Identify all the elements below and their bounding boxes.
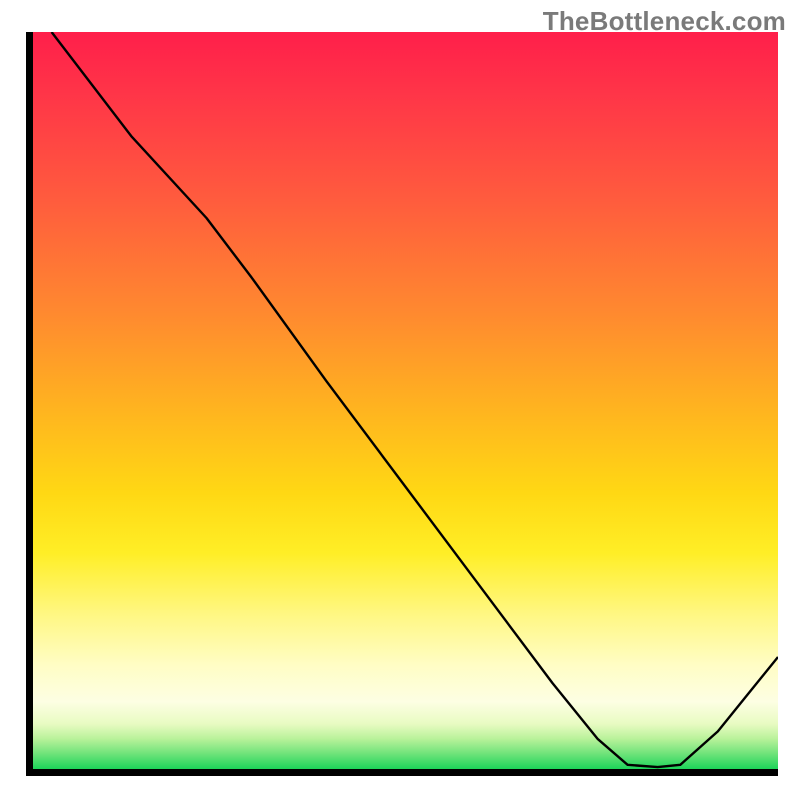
x-axis [26, 769, 778, 776]
chart-plot-area [26, 32, 778, 776]
watermark-text: TheBottleneck.com [543, 6, 786, 37]
y-axis [26, 32, 33, 776]
curve-path [52, 32, 778, 767]
chart-curve [26, 32, 778, 776]
